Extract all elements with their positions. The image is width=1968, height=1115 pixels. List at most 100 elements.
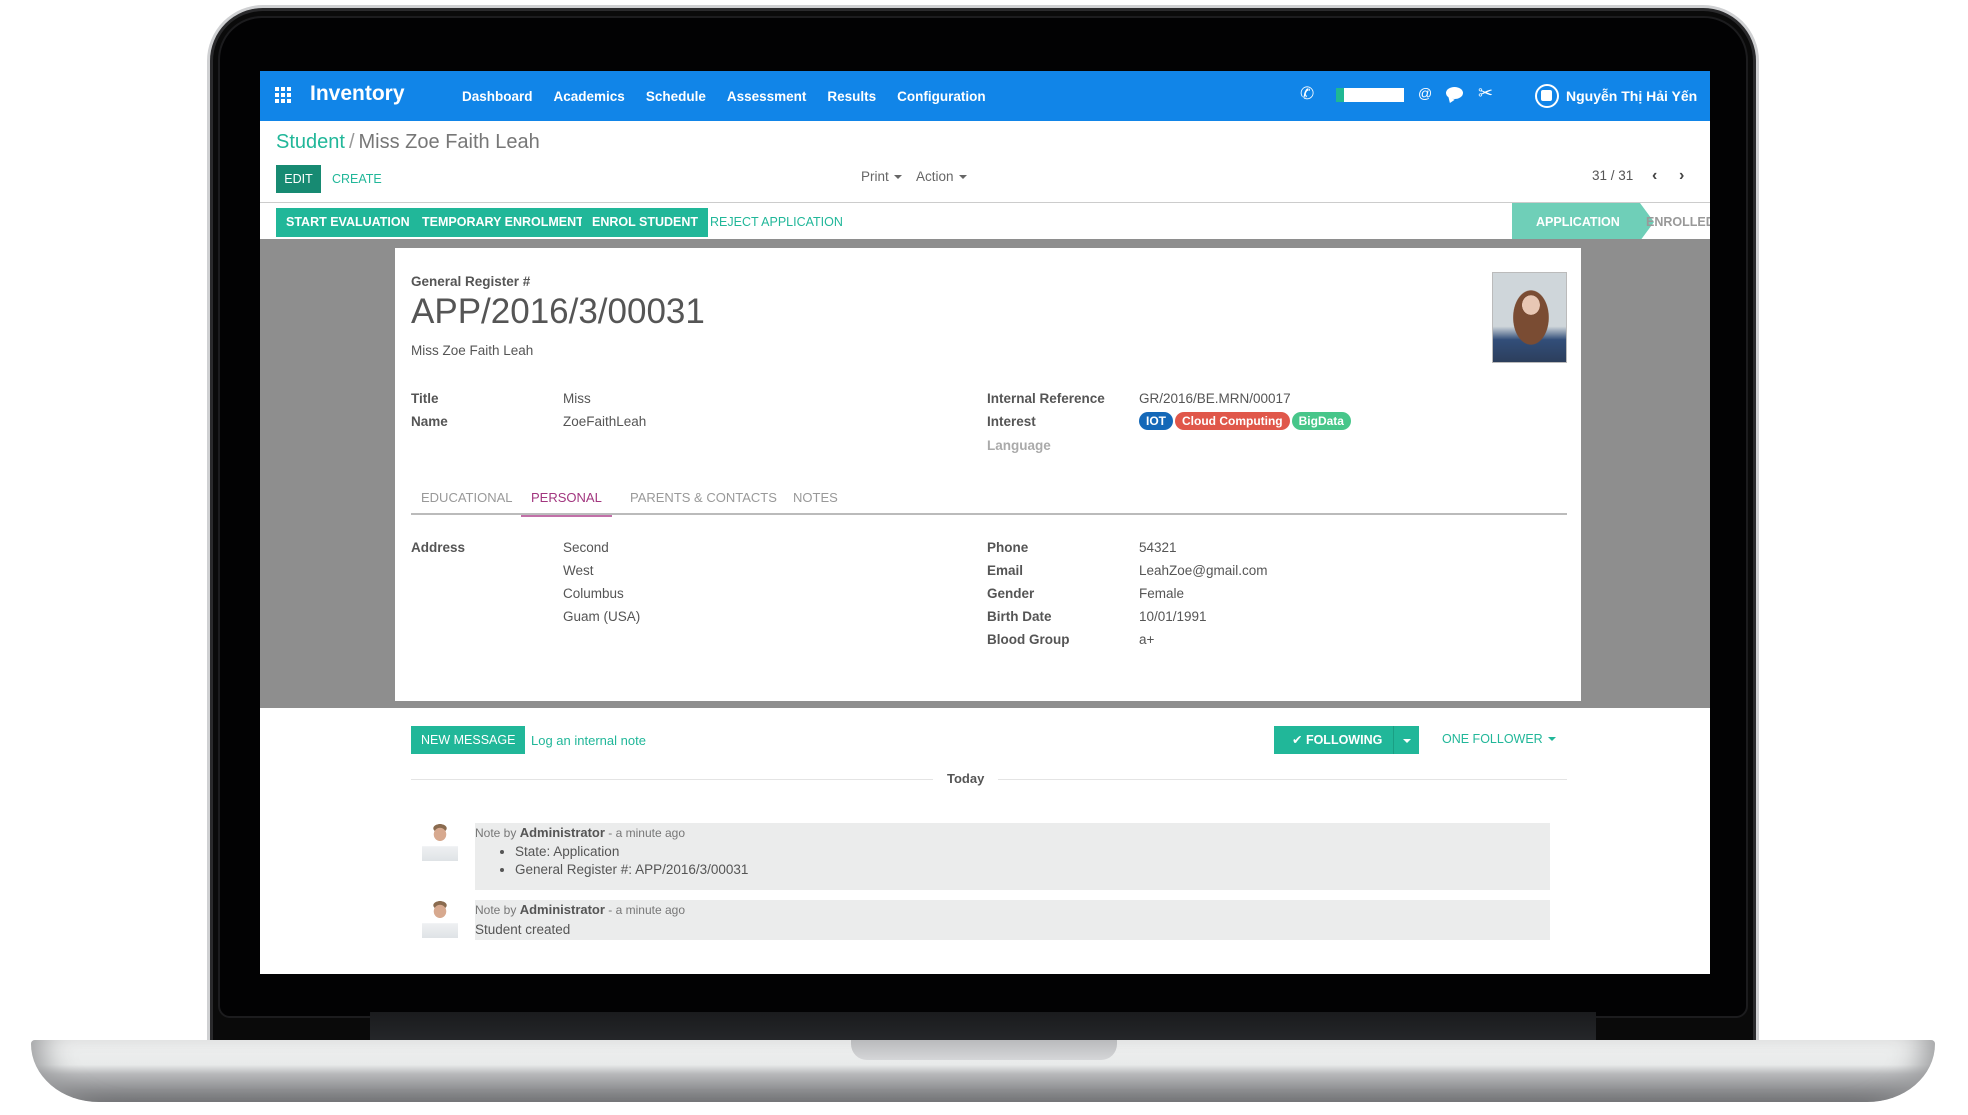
progress-bar <box>1336 88 1404 102</box>
interest-tag-bigdata[interactable]: BigData <box>1291 412 1351 430</box>
menu-assessment[interactable]: Assessment <box>727 89 807 104</box>
caret-down-icon <box>958 175 967 179</box>
menu-configuration[interactable]: Configuration <box>897 89 985 104</box>
interest-tag-cloud-computing[interactable]: Cloud Computing <box>1175 412 1290 430</box>
interest-tag-iot[interactable]: IOT <box>1139 412 1173 430</box>
message-prefix: Note by <box>475 903 517 917</box>
chatter-message: Note by Administrator - a minute ago Sta… <box>475 823 1550 890</box>
phone-value: 54321 <box>1139 540 1177 555</box>
breadcrumb-current: Miss Zoe Faith Leah <box>358 131 540 153</box>
app-screen: Inventory Dashboard Academics Schedule A… <box>260 71 1710 974</box>
address-line: Guam (USA) <box>563 609 641 624</box>
tab-parents-contacts[interactable]: PARENTS & CONTACTS <box>620 488 787 515</box>
laptop-hinge <box>370 1012 1596 1042</box>
breadcrumb-student[interactable]: Student <box>276 131 345 153</box>
following-text: FOLLOWING <box>1305 733 1383 747</box>
following-button[interactable]: ✔ FOLLOWING <box>1274 726 1419 754</box>
menu-schedule[interactable]: Schedule <box>646 89 706 104</box>
phone-label: Phone <box>987 540 1029 555</box>
caret-down-icon <box>1403 739 1411 743</box>
menu-academics[interactable]: Academics <box>554 89 625 104</box>
print-dropdown[interactable]: Print <box>861 169 902 184</box>
check-icon: ✔ <box>1292 733 1306 747</box>
message-time: - a minute ago <box>608 903 685 917</box>
action-dropdown[interactable]: Action <box>916 169 967 184</box>
tracking-value: State: Application <box>515 843 748 861</box>
reject-application-button[interactable]: REJECT APPLICATION <box>710 208 843 237</box>
followers-dropdown[interactable]: ONE FOLLOWER <box>1442 732 1556 746</box>
address-line: Columbus <box>563 586 624 601</box>
address-label: Address <box>411 540 466 555</box>
temporary-enrolment-button[interactable]: TEMPORARY ENROLMENT <box>412 208 594 237</box>
menu-dashboard[interactable]: Dashboard <box>462 89 533 104</box>
interest-label: Interest <box>987 414 1036 429</box>
print-label: Print <box>861 169 889 184</box>
birth-date-label: Birth Date <box>987 609 1052 624</box>
tab-personal[interactable]: PERSONAL <box>521 488 612 517</box>
title-label: Title <box>411 391 439 406</box>
gender-value: Female <box>1139 586 1185 601</box>
phone-icon[interactable]: ✆ <box>1300 84 1314 104</box>
author-avatar[interactable] <box>422 900 458 938</box>
caret-down-icon <box>1547 737 1556 741</box>
form-tabs: EDUCATIONAL PERSONAL PARENTS & CONTACTS … <box>411 488 1567 517</box>
start-evaluation-button[interactable]: START EVALUATION <box>276 208 420 237</box>
form-background: General Register # APP/2016/3/00031 Miss… <box>260 239 1710 708</box>
interest-tags: IOT Cloud Computing BigData <box>1139 412 1353 430</box>
birth-date-value: 10/01/1991 <box>1139 609 1207 624</box>
student-full-name: Miss Zoe Faith Leah <box>411 343 534 358</box>
address-line: Second <box>563 540 609 555</box>
breadcrumb: Student / Miss Zoe Faith Leah <box>276 131 540 154</box>
message-header: Note by Administrator - a minute ago <box>475 825 685 840</box>
form-sheet: General Register # APP/2016/3/00031 Miss… <box>395 248 1581 701</box>
message-body: Student created <box>475 922 571 937</box>
following-label: ✔ FOLLOWING <box>1292 726 1382 754</box>
top-navbar: Inventory Dashboard Academics Schedule A… <box>260 71 1710 121</box>
apps-grid-icon[interactable] <box>275 87 291 103</box>
user-menu[interactable]: Nguyễn Thị Hải Yến <box>1566 88 1697 104</box>
gender-label: Gender <box>987 586 1035 601</box>
chat-icon[interactable] <box>1446 87 1463 99</box>
create-button[interactable]: CREATE <box>332 165 382 193</box>
edit-button[interactable]: EDIT <box>276 165 321 193</box>
message-author[interactable]: Administrator <box>520 825 605 840</box>
language-label: Language <box>987 438 1051 453</box>
user-avatar-icon[interactable] <box>1535 84 1559 108</box>
tools-icon[interactable]: ✂ <box>1478 83 1493 104</box>
enrol-student-button[interactable]: ENROL STUDENT <box>582 208 709 237</box>
at-icon[interactable]: @ <box>1418 85 1432 101</box>
email-value[interactable]: LeahZoe@gmail.com <box>1139 563 1268 578</box>
blood-group-label: Blood Group <box>987 632 1070 647</box>
general-register-label: General Register # <box>411 274 531 289</box>
tab-educational[interactable]: EDUCATIONAL <box>411 488 523 515</box>
main-menu: Dashboard Academics Schedule Assessment … <box>462 89 986 104</box>
pager-previous-icon[interactable]: ‹ <box>1652 167 1657 185</box>
following-dropdown-toggle[interactable] <box>1393 726 1419 754</box>
tab-notes[interactable]: NOTES <box>783 488 848 515</box>
student-photo[interactable] <box>1492 272 1567 363</box>
app-brand: Inventory <box>310 82 405 105</box>
chatter-message: Note by Administrator - a minute ago Stu… <box>475 900 1550 940</box>
tracking-values: State: Application General Register #: A… <box>515 843 748 879</box>
author-avatar[interactable] <box>422 823 458 861</box>
progress-bar-fill <box>1336 88 1345 102</box>
action-label: Action <box>916 169 954 184</box>
blood-group-value: a+ <box>1139 632 1155 647</box>
general-register-value: APP/2016/3/00031 <box>411 292 705 331</box>
internal-reference-value: GR/2016/BE.MRN/00017 <box>1139 391 1291 406</box>
pager-value: 31 / 31 <box>1592 168 1634 183</box>
stage-application[interactable]: APPLICATION <box>1512 203 1654 241</box>
name-value: ZoeFaithLeah <box>563 414 647 429</box>
laptop-notch <box>851 1040 1117 1060</box>
log-internal-note-link[interactable]: Log an internal note <box>531 733 646 748</box>
message-author[interactable]: Administrator <box>520 902 605 917</box>
caret-down-icon <box>893 175 902 179</box>
pager-next-icon[interactable]: › <box>1679 167 1684 185</box>
email-label: Email <box>987 563 1024 578</box>
new-message-button[interactable]: NEW MESSAGE <box>411 726 526 754</box>
breadcrumb-separator: / <box>348 131 355 153</box>
menu-results[interactable]: Results <box>827 89 876 104</box>
message-header: Note by Administrator - a minute ago <box>475 902 685 917</box>
address-line: West <box>563 563 594 578</box>
stage-enrolled[interactable]: ENROLLED <box>1646 203 1710 241</box>
